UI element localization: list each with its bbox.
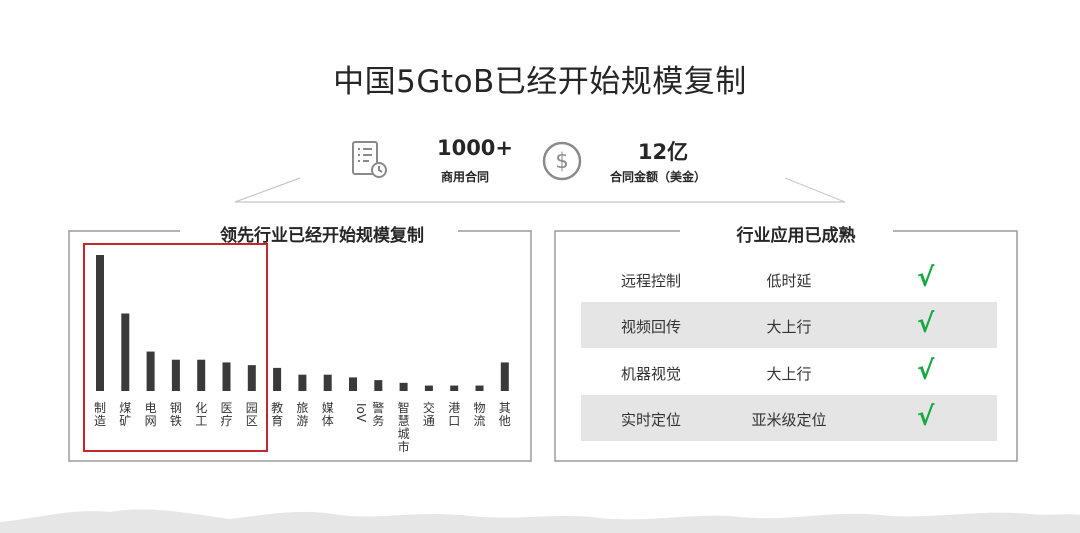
table-cell-feature: 亚米级定位 [751,411,827,429]
table-cell-app: 远程控制 [620,272,681,290]
table-cell-app: 视频回传 [620,318,681,336]
right-panel-title: 行业应用已成熟 [705,221,887,246]
table-cell-feature: 低时延 [766,272,812,290]
check-icon: √ [917,263,935,293]
check-icon: √ [917,402,935,432]
table-cell-app: 实时定位 [620,411,681,429]
table-cell-app: 机器视觉 [620,365,681,383]
check-icon: √ [917,309,935,339]
check-icon: √ [917,356,935,386]
table-cell-feature: 大上行 [766,365,812,383]
table-cell-feature: 大上行 [766,318,812,336]
